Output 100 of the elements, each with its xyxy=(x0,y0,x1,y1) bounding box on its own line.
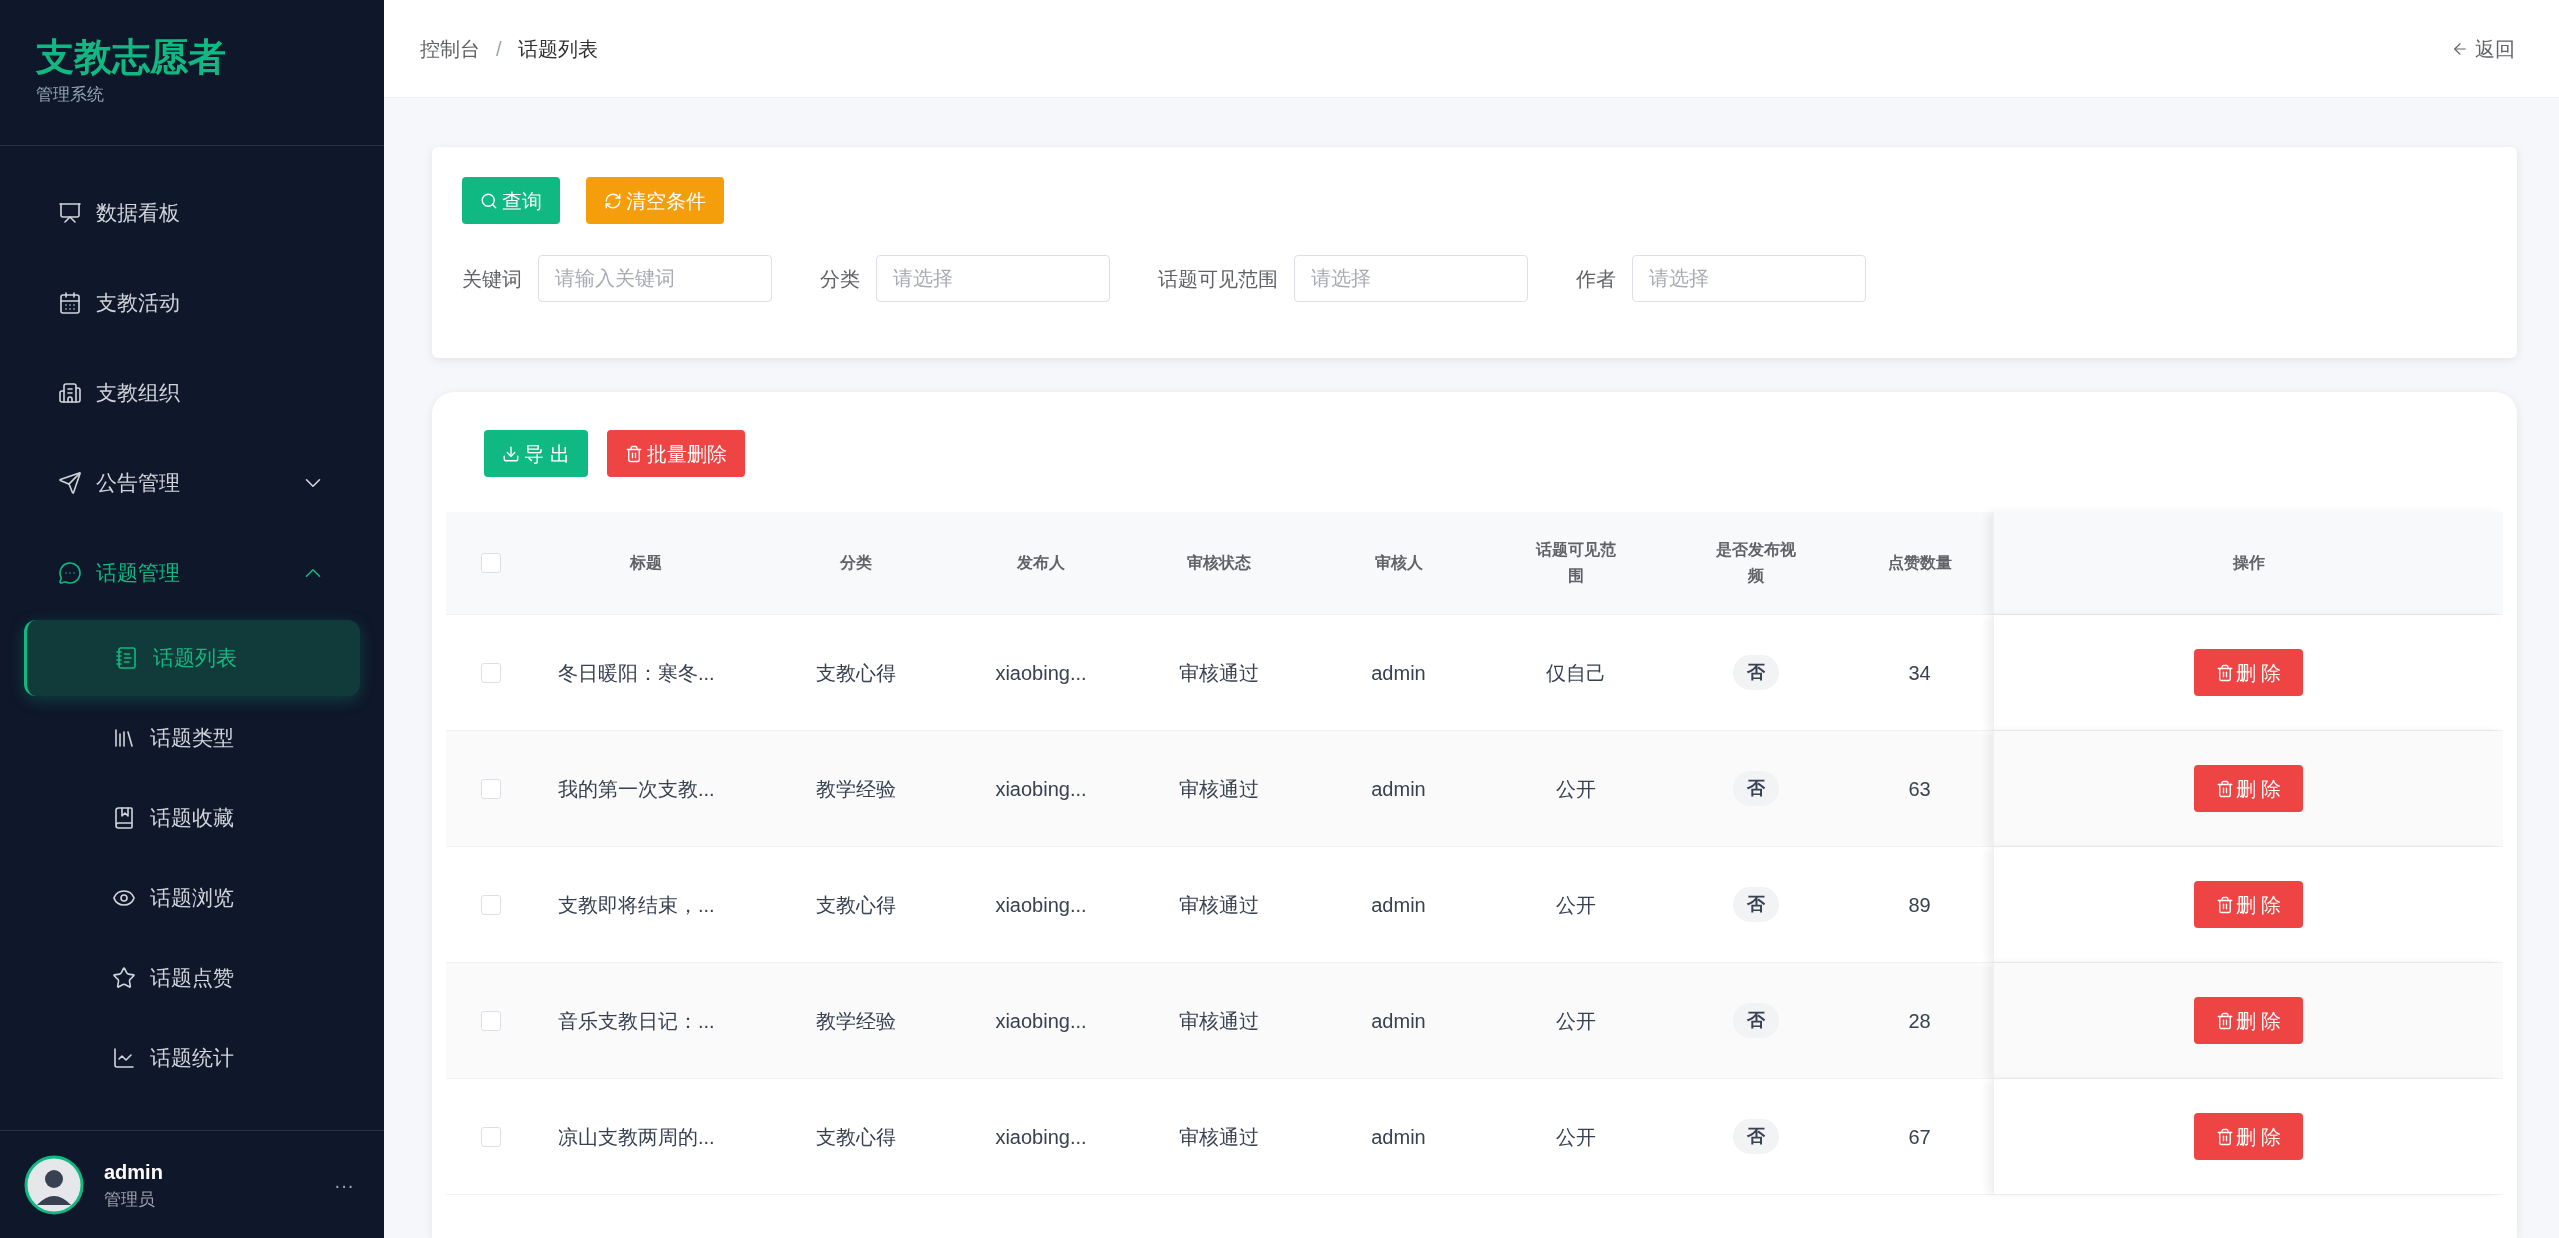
table-cell-text: 审核通过 xyxy=(1178,1124,1259,1150)
column-header: 审核状态 xyxy=(1186,553,1251,573)
video-tag: 否 xyxy=(1733,771,1779,806)
submenu-icon xyxy=(112,966,136,990)
field-label: 关键词 xyxy=(462,266,522,292)
submenu-item[interactable]: 话题收藏 xyxy=(24,780,360,856)
table-cell-text: 审核通过 xyxy=(1178,892,1259,918)
trash-icon xyxy=(2215,779,2234,798)
table-cell-text: admin xyxy=(1371,776,1426,802)
table-cell-text: 审核通过 xyxy=(1178,776,1259,802)
menu-item[interactable]: 支教活动 xyxy=(0,258,384,348)
table-cell-text: 63 xyxy=(1908,776,1931,802)
row-checkbox[interactable] xyxy=(481,894,501,915)
avatar-icon xyxy=(24,1154,84,1215)
breadcrumb-separator: / xyxy=(496,36,502,62)
delete-button[interactable]: 删 除 xyxy=(2193,881,2304,928)
field-label: 话题可见范围 xyxy=(1158,266,1278,292)
breadcrumb-item[interactable]: 控制台 xyxy=(420,33,480,64)
table-cell-text: 凉山支教两周的... xyxy=(558,1124,715,1150)
column-header: 标题 xyxy=(630,553,662,573)
delete-button[interactable]: 删 除 xyxy=(2193,997,2304,1044)
menu-item[interactable]: 话题管理 xyxy=(0,528,384,618)
submenu-icon xyxy=(112,1046,136,1070)
submenu-item[interactable]: 话题列表 xyxy=(24,620,360,696)
table-cell-text: 34 xyxy=(1908,660,1931,686)
delete-button[interactable]: 删 除 xyxy=(2193,765,2304,812)
column-header: 是否发布视频 xyxy=(1715,540,1797,586)
column-header: 点赞数量 xyxy=(1887,553,1952,573)
trash-icon xyxy=(2215,1011,2234,1030)
table-cell-text: 审核通过 xyxy=(1178,1008,1259,1034)
button-icon xyxy=(604,191,622,210)
brand-subtitle: 管理系统 xyxy=(36,83,105,106)
delete-button[interactable]: 删 除 xyxy=(2193,649,2304,696)
table-cell-text: xiaobing... xyxy=(995,660,1087,686)
table-cell-text: 支教心得 xyxy=(816,892,896,918)
table-cell-text: 教学经验 xyxy=(816,1008,896,1034)
button-icon xyxy=(480,191,498,210)
menu-icon xyxy=(58,201,82,225)
column-header: 发布人 xyxy=(1017,553,1065,573)
breadcrumb-item: 话题列表 xyxy=(517,36,598,62)
row-checkbox[interactable] xyxy=(481,553,501,573)
table-cell-text: admin xyxy=(1371,892,1426,918)
field-label: 分类 xyxy=(820,266,860,292)
user-name: admin xyxy=(104,1159,164,1185)
video-tag: 否 xyxy=(1733,655,1779,690)
table-cell-text: admin xyxy=(1371,1008,1426,1034)
table-cell-text: xiaobing... xyxy=(995,892,1087,918)
submenu-item[interactable]: 话题统计 xyxy=(24,1020,360,1096)
table-cell-text: 审核通过 xyxy=(1178,660,1259,686)
table-cell-text: 公开 xyxy=(1556,892,1596,918)
filter-field[interactable]: 请选择 xyxy=(1632,255,1866,302)
row-checkbox[interactable] xyxy=(481,778,501,799)
delete-button[interactable]: 删 除 xyxy=(2193,1113,2304,1160)
table-cell-text: admin xyxy=(1371,660,1426,686)
table-cell-text: 公开 xyxy=(1556,1008,1596,1034)
submenu-icon xyxy=(115,646,139,670)
column-header: 话题可见范围 xyxy=(1535,540,1617,586)
submenu-item[interactable]: 话题浏览 xyxy=(24,860,360,936)
table-cell-text: admin xyxy=(1371,1124,1426,1150)
menu-icon xyxy=(58,381,82,405)
table-cell-text: 我的第一次支教... xyxy=(558,776,715,802)
more-button[interactable]: ··· xyxy=(334,1169,360,1200)
row-checkbox[interactable] xyxy=(481,1126,501,1147)
filter-field[interactable]: 请选择 xyxy=(1294,255,1528,302)
menu-item[interactable]: 公告管理 xyxy=(0,438,384,528)
column-header: 分类 xyxy=(840,553,872,573)
button-icon xyxy=(624,444,643,463)
table-cell-text: 仅自己 xyxy=(1546,660,1606,686)
table-cell-text: 公开 xyxy=(1556,776,1596,802)
table-cell-text: 支教心得 xyxy=(816,660,896,686)
submenu-icon xyxy=(112,806,136,830)
video-tag: 否 xyxy=(1733,887,1779,922)
submenu-item[interactable]: 话题类型 xyxy=(24,700,360,776)
submenu-item[interactable]: 话题点赞 xyxy=(24,940,360,1016)
menu-item[interactable]: 支教组织 xyxy=(0,348,384,438)
table-cell-text: 支教心得 xyxy=(816,1124,896,1150)
filter-field[interactable]: 请输入关键词 xyxy=(538,255,772,302)
table-cell-text: 公开 xyxy=(1556,1124,1596,1150)
table-cell-text: xiaobing... xyxy=(995,1008,1087,1034)
field-label: 作者 xyxy=(1576,266,1616,292)
filter-field[interactable]: 请选择 xyxy=(876,255,1110,302)
menu-item[interactable]: 数据看板 xyxy=(0,168,384,258)
row-checkbox[interactable] xyxy=(481,1010,501,1031)
table-cell-text: 教学经验 xyxy=(816,776,896,802)
table-cell-text: xiaobing... xyxy=(995,1124,1087,1150)
video-tag: 否 xyxy=(1733,1003,1779,1038)
menu-icon xyxy=(58,471,82,495)
trash-icon xyxy=(2215,895,2234,914)
column-header: 审核人 xyxy=(1374,553,1423,573)
menu-icon xyxy=(58,291,82,315)
back-button[interactable]: 返回 xyxy=(2451,33,2523,64)
table-cell-text: 支教即将结束，... xyxy=(558,892,715,918)
table-cell-text: 28 xyxy=(1908,1008,1931,1034)
row-checkbox[interactable] xyxy=(481,662,501,683)
table-cell-text: 89 xyxy=(1908,892,1931,918)
brand-title: 支教志愿者 xyxy=(36,35,227,80)
table-cell-text: 67 xyxy=(1908,1124,1931,1150)
button-icon xyxy=(502,444,520,463)
column-header: 操作 xyxy=(2232,553,2265,573)
action-button[interactable]: 批量删除 xyxy=(606,430,745,477)
